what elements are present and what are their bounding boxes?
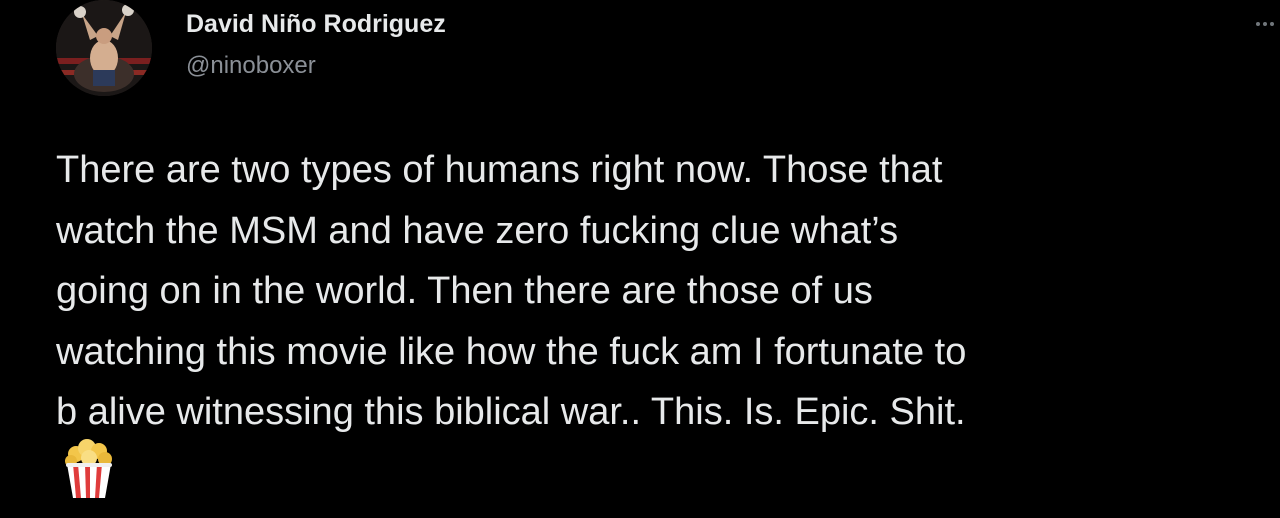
dot (1256, 22, 1260, 26)
dot (1263, 22, 1267, 26)
tweet-card: David Niño Rodriguez @ninoboxer There ar… (0, 0, 1280, 518)
more-options-icon[interactable] (1256, 14, 1280, 34)
tweet-text-line: going on in the world. Then there are th… (56, 270, 873, 312)
tweet-text-line: There are two types of humans right now.… (56, 149, 943, 191)
dot (1270, 22, 1274, 26)
boxer-avatar-icon (56, 0, 152, 96)
author-handle[interactable]: @ninoboxer (186, 52, 316, 80)
author-display-name[interactable]: David Niño Rodriguez (186, 10, 446, 39)
tweet-text-line: watch the MSM and have zero fucking clue… (56, 209, 899, 252)
tweet-text-line: b alive witnessing this biblical war.. T… (56, 391, 966, 433)
avatar[interactable] (56, 0, 152, 96)
tweet-text: There are two types of humans right now.… (56, 140, 1280, 443)
tweet-text-line: watching this movie like how the fuck am… (56, 330, 967, 373)
popcorn-icon (62, 438, 116, 500)
